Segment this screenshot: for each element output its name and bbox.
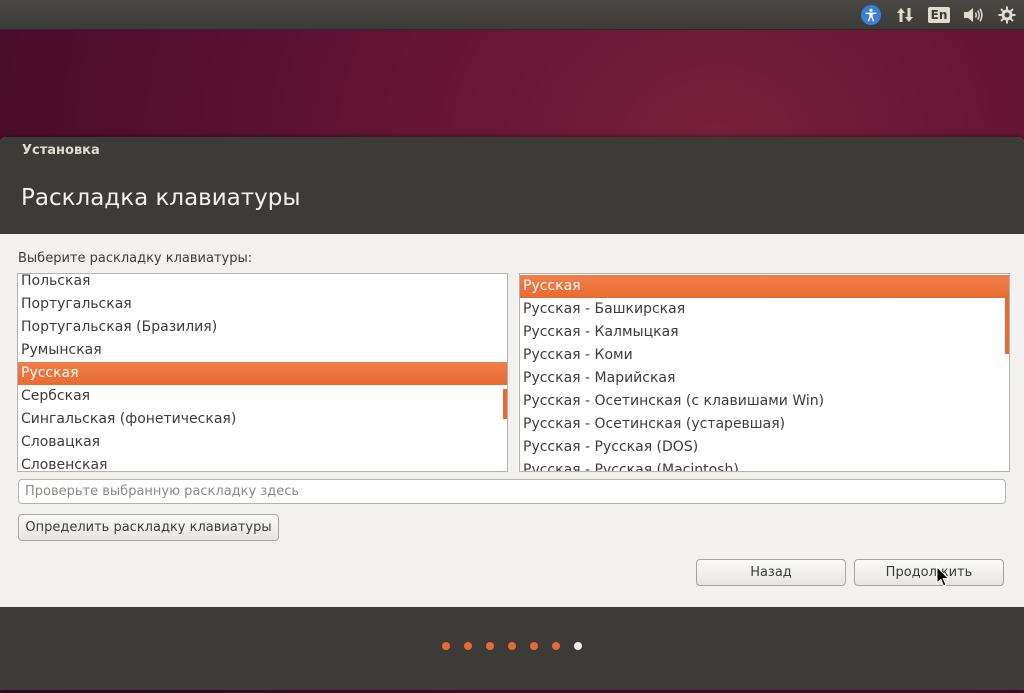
mouse-pointer-icon	[936, 566, 950, 587]
progress-dots	[442, 642, 596, 650]
progress-dot	[508, 642, 516, 650]
window-header: Установка Раскладка клавиатуры	[0, 137, 1024, 234]
layout-list-item[interactable]: Польская	[18, 274, 507, 293]
system-tray: En	[854, 0, 1024, 29]
top-panel: En	[0, 0, 1024, 30]
window-title: Установка	[22, 143, 100, 158]
progress-dot	[486, 642, 494, 650]
variant-list-item[interactable]: Русская - Калмыцкая	[520, 321, 1009, 344]
variant-list-scrollbar[interactable]	[1005, 294, 1009, 354]
variant-list-item[interactable]: Русская - Осетинская (с клавишами Win)	[520, 390, 1009, 413]
layout-list-scrollbar[interactable]	[503, 389, 507, 419]
layout-list[interactable]: Польская Португальская Португальская (Бр…	[17, 273, 508, 472]
variant-list-item[interactable]: Русская - Осетинская (устаревшая)	[520, 413, 1009, 436]
layout-list-item[interactable]: Сербская	[18, 385, 507, 408]
volume-icon	[964, 7, 983, 22]
layout-list-item-selected[interactable]: Русская	[18, 362, 507, 385]
layout-list-item[interactable]: Португальская	[18, 293, 507, 316]
progress-dot	[530, 642, 538, 650]
progress-dot	[464, 642, 472, 650]
layout-test-input[interactable]	[18, 479, 1006, 504]
page-title: Раскладка клавиатуры	[21, 185, 301, 211]
variant-list-item[interactable]: Русская - Марийская	[520, 367, 1009, 390]
accessibility-indicator[interactable]	[854, 0, 888, 29]
layout-list-item[interactable]: Сингальская (фонетическая)	[18, 408, 507, 431]
volume-indicator[interactable]	[956, 0, 990, 29]
variant-list-item[interactable]: Русская - Русская (Macintosh)	[520, 459, 1009, 471]
installer-window: Установка Раскладка клавиатуры Выберите …	[0, 137, 1024, 690]
accessibility-icon	[861, 4, 881, 25]
progress-dot	[442, 642, 450, 650]
layout-prompt: Выберите раскладку клавиатуры:	[18, 251, 253, 266]
variant-list-item[interactable]: Русская - Русская (DOS)	[520, 436, 1009, 459]
gear-icon	[998, 6, 1016, 23]
variant-list-item-selected[interactable]: Русская	[520, 275, 1009, 298]
layout-list-item[interactable]: Словенская	[18, 454, 507, 471]
layout-list-item[interactable]: Португальская (Бразилия)	[18, 316, 507, 339]
keyboard-language-icon: En	[927, 6, 951, 23]
variant-list-item[interactable]: Русская - Коми	[520, 344, 1009, 367]
session-menu[interactable]	[990, 0, 1024, 29]
keyboard-language-indicator[interactable]: En	[922, 0, 956, 29]
layout-list-item[interactable]: Румынская	[18, 339, 507, 362]
back-button[interactable]: Назад	[696, 559, 846, 586]
detect-layout-button[interactable]: Определить раскладку клавиатуры	[18, 514, 279, 541]
progress-dot-current	[574, 642, 582, 650]
network-indicator[interactable]	[888, 0, 922, 29]
variant-list-item[interactable]: Русская - Башкирская	[520, 298, 1009, 321]
continue-button[interactable]: Продолжить	[854, 559, 1004, 586]
variant-list[interactable]: Русская Русская - Башкирская Русская - К…	[519, 273, 1010, 472]
network-arrows-icon	[897, 7, 913, 22]
progress-dot	[552, 642, 560, 650]
layout-list-item[interactable]: Словацкая	[18, 431, 507, 454]
